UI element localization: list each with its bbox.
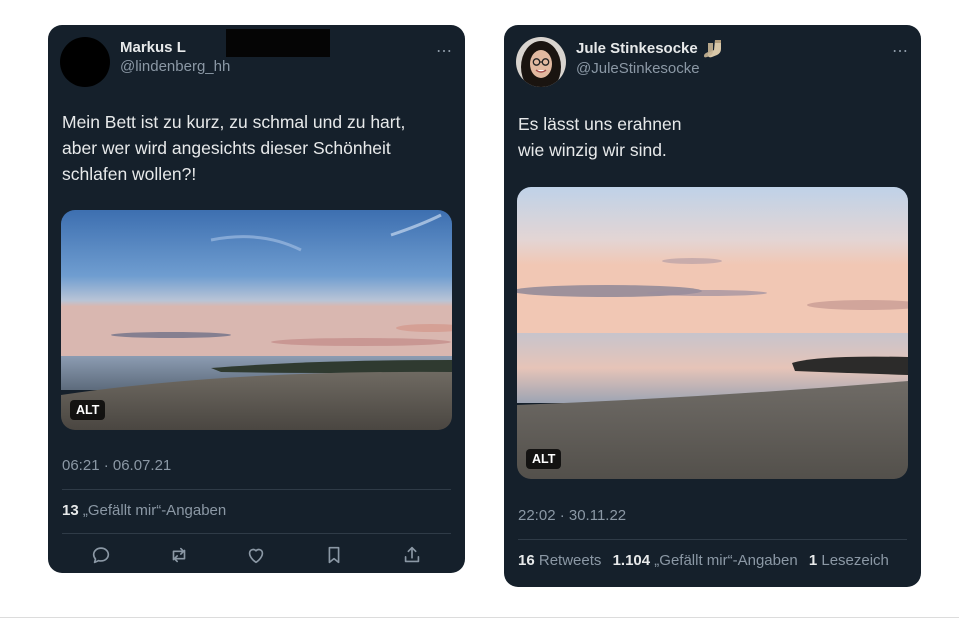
divider (0, 617, 959, 618)
tweet-timestamp[interactable]: 06:21 · 06.07.21 (62, 457, 171, 474)
divider (62, 533, 451, 534)
avatar-portrait (516, 37, 566, 87)
display-name[interactable]: Jule Stinkesocke (576, 39, 725, 59)
tweet-text-line: wie winzig wir sind. (518, 140, 667, 160)
bookmarks-label: Lesezeich (821, 552, 889, 569)
author-names: Markus L @lindenberg_hh (120, 39, 230, 77)
tweet-text: Mein Bett ist zu kurz, zu schmal und zu … (62, 109, 451, 187)
tweet-stats: 13 „Gefällt mir“-Angaben (62, 502, 226, 519)
screenshot-stage: Markus L @lindenberg_hh ⋯ Mein Bett ist … (0, 0, 959, 621)
divider (518, 539, 907, 540)
display-name-text: Jule Stinkesocke (576, 40, 698, 57)
retweets-count: 16 (518, 552, 535, 569)
tweet-photo[interactable]: ALT (61, 210, 452, 430)
redaction-mark (226, 29, 330, 57)
tweet-text-line: Es lässt uns erahnen (518, 114, 682, 134)
tweet-text-line: schlafen wollen?! (62, 164, 197, 184)
tweet-text: Es lässt uns erahnen wie winzig wir sind… (518, 111, 907, 163)
reply-icon[interactable] (90, 544, 112, 571)
share-icon[interactable] (401, 544, 423, 571)
tweet-stats: 16 Retweets 1.104 „Gefällt mir“-Angaben … (518, 552, 896, 569)
likes-label[interactable]: „Gefällt mir“-Angaben (83, 502, 226, 519)
bookmark-icon[interactable] (323, 544, 345, 571)
beach-sunset-photo (61, 210, 452, 430)
likes-count[interactable]: 13 (62, 502, 79, 519)
likes-count: 1.104 (612, 552, 651, 569)
like-icon[interactable] (245, 544, 267, 571)
bookmarks-stat[interactable]: 1 Lesezeich (809, 552, 889, 569)
alt-text-badge[interactable]: ALT (70, 400, 106, 420)
retweets-stat[interactable]: 16 Retweets (518, 552, 601, 569)
socks-emoji-icon (703, 40, 721, 58)
retweet-icon[interactable] (168, 544, 190, 571)
more-options-icon[interactable]: ⋯ (436, 41, 453, 61)
tweet-text-line: aber wer wird angesichts dieser Schönhei… (62, 138, 391, 158)
tweet-header: Markus L @lindenberg_hh ⋯ (60, 29, 453, 87)
avatar[interactable] (516, 37, 566, 87)
beach-sunset-photo (517, 187, 908, 479)
divider (62, 489, 451, 490)
bookmarks-count: 1 (808, 552, 818, 569)
avatar[interactable] (60, 37, 110, 87)
alt-text-badge[interactable]: ALT (526, 449, 562, 469)
tweet-text-line: Mein Bett ist zu kurz, zu schmal und zu … (62, 112, 406, 132)
more-options-icon[interactable]: ⋯ (892, 41, 909, 61)
tweet-actions (62, 544, 451, 570)
tweet-card-jule[interactable]: Jule Stinkesocke @JuleStinkesocke ⋯ Es l… (504, 25, 921, 587)
retweets-label: Retweets (538, 552, 602, 569)
handle[interactable]: @JuleStinkesocke (576, 59, 725, 79)
tweet-timestamp[interactable]: 22:02 · 30.11.22 (518, 507, 626, 524)
likes-label: „Gefällt mir“-Angaben (654, 552, 798, 569)
tweet-card-lindenberg[interactable]: Markus L @lindenberg_hh ⋯ Mein Bett ist … (48, 25, 465, 573)
tweet-header: Jule Stinkesocke @JuleStinkesocke ⋯ (516, 35, 909, 87)
author-names: Jule Stinkesocke @JuleStinkesocke (576, 39, 725, 79)
tweet-photo[interactable]: ALT (517, 187, 908, 479)
likes-stat[interactable]: 1.104 „Gefällt mir“-Angaben (613, 552, 798, 569)
display-name[interactable]: Markus L (120, 39, 186, 57)
handle[interactable]: @lindenberg_hh (120, 57, 230, 77)
